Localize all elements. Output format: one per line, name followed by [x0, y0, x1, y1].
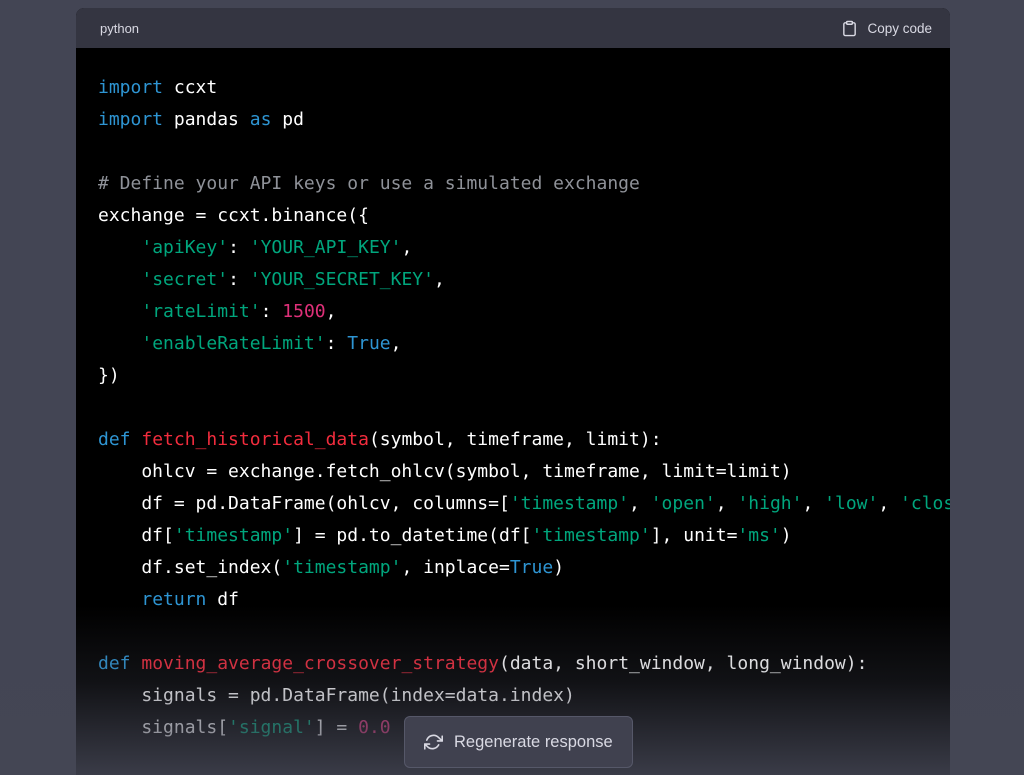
code-line: # Define your API keys or use a simulate… — [98, 168, 950, 200]
language-label: python — [100, 21, 139, 36]
code-token: ccxt — [163, 77, 217, 98]
code-line: import pandas as pd — [98, 104, 950, 136]
code-token: import — [98, 77, 163, 98]
code-token: 'apiKey' — [141, 237, 228, 258]
code-token: 'YOUR_SECRET_KEY' — [250, 269, 434, 290]
code-token: df — [206, 589, 239, 610]
code-token: : — [326, 333, 348, 354]
code-line: df['timestamp'] = pd.to_datetime(df['tim… — [98, 520, 950, 552]
code-line: df = pd.DataFrame(ohlcv, columns=['times… — [98, 488, 950, 520]
code-token: , — [716, 493, 738, 514]
code-token: , — [401, 237, 412, 258]
code-line: import ccxt — [98, 72, 950, 104]
code-line: df.set_index('timestamp', inplace=True) — [98, 552, 950, 584]
code-block-header: python Copy code — [76, 8, 950, 48]
code-token: 'YOUR_API_KEY' — [250, 237, 402, 258]
code-token: import — [98, 109, 163, 130]
code-token: as — [250, 109, 272, 130]
code-token: , — [434, 269, 445, 290]
code-line: }) — [98, 360, 950, 392]
code-token: , — [878, 493, 900, 514]
code-token: , — [629, 493, 651, 514]
code-token: , — [802, 493, 824, 514]
code-token — [98, 589, 141, 610]
code-line — [98, 616, 950, 648]
code-token: 'close' — [900, 493, 950, 514]
code-content: import ccxtimport pandas as pd# Define y… — [76, 48, 950, 775]
code-token — [98, 301, 141, 322]
code-line — [98, 392, 950, 424]
code-token: ] = — [315, 717, 358, 738]
code-token: 'open' — [651, 493, 716, 514]
code-token: 'timestamp' — [510, 493, 629, 514]
code-token: 1500 — [282, 301, 325, 322]
code-token: ] = pd.to_datetime(df[ — [293, 525, 531, 546]
code-token: ) — [781, 525, 792, 546]
code-token: True — [347, 333, 390, 354]
regenerate-response-button[interactable]: Regenerate response — [404, 716, 633, 768]
code-token — [131, 653, 142, 674]
code-line — [98, 136, 950, 168]
code-token: df[ — [98, 525, 174, 546]
code-line: exchange = ccxt.binance({ — [98, 200, 950, 232]
code-token: (symbol, timeframe, limit): — [369, 429, 662, 450]
code-block: python Copy code import ccxtimport panda… — [76, 8, 950, 775]
copy-code-label: Copy code — [867, 21, 932, 36]
clipboard-icon — [841, 19, 858, 38]
code-token: 'enableRateLimit' — [141, 333, 325, 354]
code-token: exchange = ccxt.binance({ — [98, 205, 369, 226]
code-token: def — [98, 653, 131, 674]
code-token: ], unit= — [651, 525, 738, 546]
code-token: df = pd.DataFrame(ohlcv, columns=[ — [98, 493, 510, 514]
code-token — [131, 429, 142, 450]
code-token: signals[ — [98, 717, 228, 738]
code-token: }) — [98, 365, 120, 386]
code-token: 'rateLimit' — [141, 301, 260, 322]
code-token: moving_average_crossover_strategy — [141, 653, 499, 674]
code-token: : — [261, 301, 283, 322]
code-line: 'apiKey': 'YOUR_API_KEY', — [98, 232, 950, 264]
code-token: ohlcv = exchange.fetch_ohlcv(symbol, tim… — [98, 461, 792, 482]
code-token: True — [510, 557, 553, 578]
regenerate-icon — [424, 733, 443, 752]
code-line: 'enableRateLimit': True, — [98, 328, 950, 360]
code-line: def fetch_historical_data(symbol, timefr… — [98, 424, 950, 456]
code-line: return df — [98, 584, 950, 616]
code-token — [98, 333, 141, 354]
regenerate-label: Regenerate response — [454, 733, 613, 752]
code-line: 'secret': 'YOUR_SECRET_KEY', — [98, 264, 950, 296]
code-token: ) — [553, 557, 564, 578]
code-token: 'timestamp' — [282, 557, 401, 578]
code-token: 'low' — [824, 493, 878, 514]
code-token: 'high' — [737, 493, 802, 514]
code-token: pandas — [163, 109, 250, 130]
code-line: signals = pd.DataFrame(index=data.index) — [98, 680, 950, 712]
code-token: # Define your API keys or use a simulate… — [98, 173, 640, 194]
code-line: ohlcv = exchange.fetch_ohlcv(symbol, tim… — [98, 456, 950, 488]
code-token: def — [98, 429, 131, 450]
code-line: 'rateLimit': 1500, — [98, 296, 950, 328]
copy-code-button[interactable]: Copy code — [841, 19, 932, 38]
code-token: (data, short_window, long_window): — [499, 653, 867, 674]
code-token: signals = pd.DataFrame(index=data.index) — [98, 685, 575, 706]
code-token — [98, 269, 141, 290]
code-token: , — [326, 301, 337, 322]
code-token: df.set_index( — [98, 557, 282, 578]
code-token — [98, 237, 141, 258]
code-token: 'ms' — [737, 525, 780, 546]
code-token: 'signal' — [228, 717, 315, 738]
code-token: return — [141, 589, 206, 610]
code-token: fetch_historical_data — [141, 429, 369, 450]
code-token: : — [228, 269, 250, 290]
code-token: 'timestamp' — [532, 525, 651, 546]
code-token: 'secret' — [141, 269, 228, 290]
code-line: def moving_average_crossover_strategy(da… — [98, 648, 950, 680]
code-token: , inplace= — [401, 557, 509, 578]
code-token: 0.0 — [358, 717, 391, 738]
code-token: : — [228, 237, 250, 258]
code-token: 'timestamp' — [174, 525, 293, 546]
code-token: , — [391, 333, 402, 354]
code-token: pd — [271, 109, 304, 130]
